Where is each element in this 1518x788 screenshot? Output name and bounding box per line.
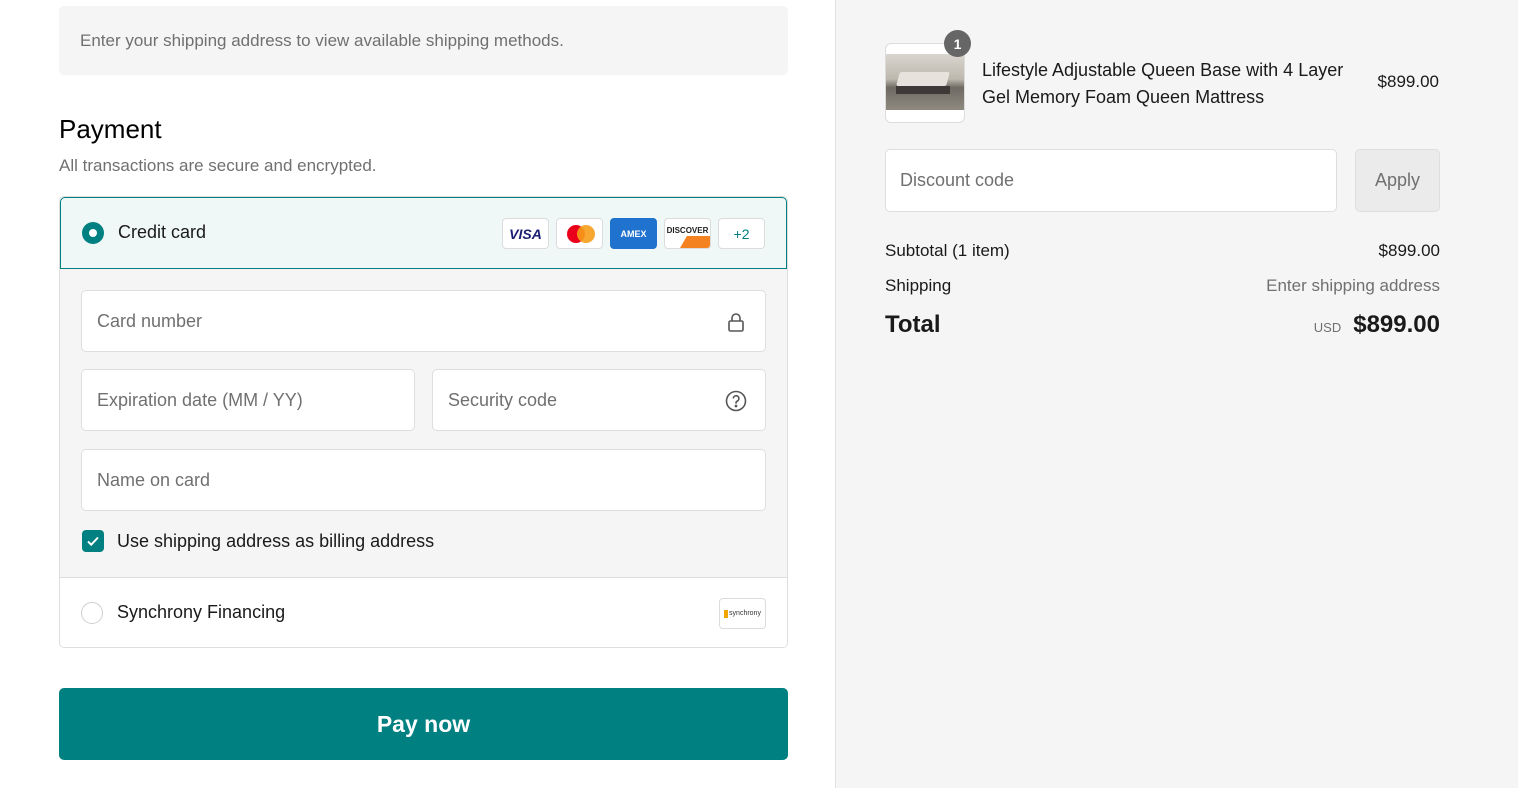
synchrony-radio[interactable] bbox=[81, 602, 103, 624]
total-label: Total bbox=[885, 311, 941, 338]
more-cards-badge[interactable]: +2 bbox=[718, 218, 765, 249]
payment-methods: Credit card VISA AMEX DISCOVER +2 Card n… bbox=[59, 196, 788, 648]
billing-address-checkbox[interactable] bbox=[82, 530, 104, 552]
synchrony-label: Synchrony Financing bbox=[117, 602, 286, 622]
mastercard-icon bbox=[556, 218, 603, 249]
visa-icon: VISA bbox=[502, 218, 549, 249]
total-currency: USD bbox=[1313, 320, 1342, 335]
total-value: $899.00 bbox=[1353, 311, 1440, 338]
checkout-main: Enter your shipping address to view avai… bbox=[0, 0, 835, 788]
quantity-badge: 1 bbox=[944, 30, 971, 57]
payment-subtitle: All transactions are secure and encrypte… bbox=[59, 156, 377, 175]
shipping-value: Enter shipping address bbox=[1266, 276, 1440, 295]
expiration-field[interactable]: Expiration date (MM / YY) bbox=[81, 369, 415, 431]
billing-address-label: Use shipping address as billing address bbox=[117, 531, 435, 551]
subtotal-value: $899.00 bbox=[1378, 241, 1440, 260]
subtotal-label: Subtotal (1 item) bbox=[885, 241, 1010, 260]
shipping-notice: Enter your shipping address to view avai… bbox=[59, 6, 788, 75]
discover-icon: DISCOVER bbox=[664, 218, 711, 249]
credit-card-form: Card number Expiration date (MM / YY) Se… bbox=[60, 269, 787, 577]
apply-discount-button[interactable]: Apply bbox=[1355, 149, 1440, 212]
checkmark-icon bbox=[87, 536, 99, 547]
security-code-field[interactable]: Security code bbox=[432, 369, 766, 431]
name-on-card-placeholder: Name on card bbox=[97, 469, 211, 490]
discount-placeholder: Discount code bbox=[900, 170, 1015, 190]
pay-now-button[interactable]: Pay now bbox=[59, 688, 788, 760]
shipping-row: Shipping Enter shipping address bbox=[885, 276, 1440, 296]
shipping-label: Shipping bbox=[885, 276, 952, 295]
lock-icon bbox=[725, 311, 747, 333]
credit-card-label: Credit card bbox=[118, 222, 207, 242]
product-image bbox=[886, 54, 964, 110]
expiration-placeholder: Expiration date (MM / YY) bbox=[97, 389, 303, 410]
synchrony-logo: synchrony bbox=[719, 598, 766, 629]
name-on-card-field[interactable]: Name on card bbox=[81, 449, 766, 511]
order-summary: 1 Lifestyle Adjustable Queen Base with 4… bbox=[835, 0, 1518, 788]
card-number-placeholder: Card number bbox=[97, 310, 203, 331]
product-name: Lifestyle Adjustable Queen Base with 4 L… bbox=[982, 60, 1344, 107]
synchrony-option[interactable]: Synchrony Financing synchrony bbox=[60, 577, 787, 647]
card-logos: VISA AMEX DISCOVER +2 bbox=[502, 218, 765, 249]
discount-code-input[interactable]: Discount code bbox=[885, 149, 1337, 212]
security-code-placeholder: Security code bbox=[448, 389, 558, 410]
credit-card-radio[interactable] bbox=[82, 222, 104, 244]
card-number-field[interactable]: Card number bbox=[81, 290, 766, 352]
credit-card-option[interactable]: Credit card VISA AMEX DISCOVER +2 bbox=[60, 197, 787, 269]
payment-title: Payment bbox=[59, 114, 162, 144]
product-price: $899.00 bbox=[1377, 72, 1439, 91]
subtotal-row: Subtotal (1 item) $899.00 bbox=[885, 241, 1440, 261]
amex-icon: AMEX bbox=[610, 218, 657, 249]
help-icon[interactable] bbox=[725, 390, 747, 412]
total-row: Total USD $899.00 bbox=[885, 311, 1440, 339]
